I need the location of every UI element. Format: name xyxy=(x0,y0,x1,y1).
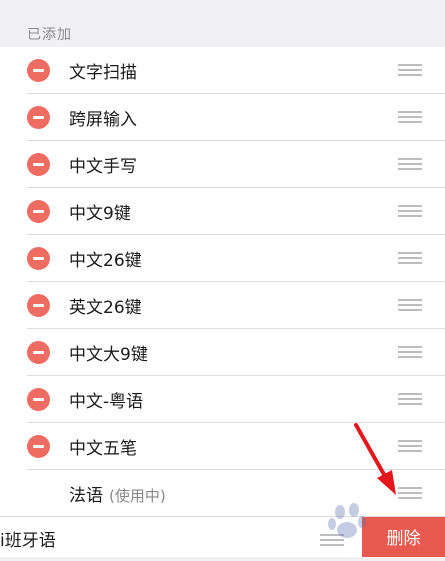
list-item: 中文-粤语 xyxy=(0,376,445,423)
remove-minus-icon[interactable] xyxy=(27,200,50,223)
remove-minus-icon[interactable] xyxy=(27,435,50,458)
section-header-added: 已添加 xyxy=(27,27,72,43)
in-use-status: (使用中) xyxy=(109,487,166,505)
remove-minus-icon[interactable] xyxy=(27,106,50,129)
active-method-name: 法语 xyxy=(69,486,103,506)
input-method-label: 中文手写 xyxy=(69,157,137,177)
list-item: 文字扫描 xyxy=(0,47,445,94)
input-method-label: 中文9键 xyxy=(69,204,131,224)
input-method-label: 中文26键 xyxy=(69,251,142,271)
input-method-label: 中文-粤语 xyxy=(69,392,144,412)
drag-handle-icon[interactable] xyxy=(398,345,422,359)
input-method-label: 中文大9键 xyxy=(69,345,148,365)
remove-minus-icon[interactable] xyxy=(27,341,50,364)
list-item: 跨屏输入 xyxy=(0,94,445,141)
drag-handle-icon[interactable] xyxy=(398,251,422,265)
drag-handle-icon[interactable] xyxy=(398,110,422,124)
list-item: 中文手写 xyxy=(0,141,445,188)
remove-minus-icon[interactable] xyxy=(27,59,50,82)
list-item: 中文大9键 xyxy=(0,329,445,376)
input-method-label: 中文五笔 xyxy=(69,439,137,459)
input-method-label: i班牙语 xyxy=(0,531,56,551)
drag-handle-icon[interactable] xyxy=(398,63,422,77)
remove-minus-icon[interactable] xyxy=(27,294,50,317)
list-item: 中文26键 xyxy=(0,235,445,282)
drag-handle-icon[interactable] xyxy=(398,486,422,500)
added-input-methods-list: 文字扫描 跨屏输入 中文手写 中文9键 中文26键 英文26键 中文大9键 中文… xyxy=(0,47,445,517)
input-method-label: 跨屏输入 xyxy=(69,110,137,130)
remove-minus-icon[interactable] xyxy=(27,247,50,270)
list-item: 中文五笔 xyxy=(0,423,445,470)
drag-handle-icon[interactable] xyxy=(398,204,422,218)
drag-handle-icon[interactable] xyxy=(398,157,422,171)
drag-handle-icon[interactable] xyxy=(398,298,422,312)
baidu-paw-watermark-icon xyxy=(328,503,366,538)
drag-handle-icon[interactable] xyxy=(398,439,422,453)
input-method-label: 法语 (使用中) xyxy=(69,481,166,506)
drag-handle-icon[interactable] xyxy=(398,392,422,406)
input-method-label: 英文26键 xyxy=(69,298,142,318)
list-item: 中文9键 xyxy=(0,188,445,235)
list-item: 英文26键 xyxy=(0,282,445,329)
remove-minus-icon[interactable] xyxy=(27,153,50,176)
remove-minus-icon[interactable] xyxy=(27,388,50,411)
input-method-label: 文字扫描 xyxy=(69,63,137,83)
